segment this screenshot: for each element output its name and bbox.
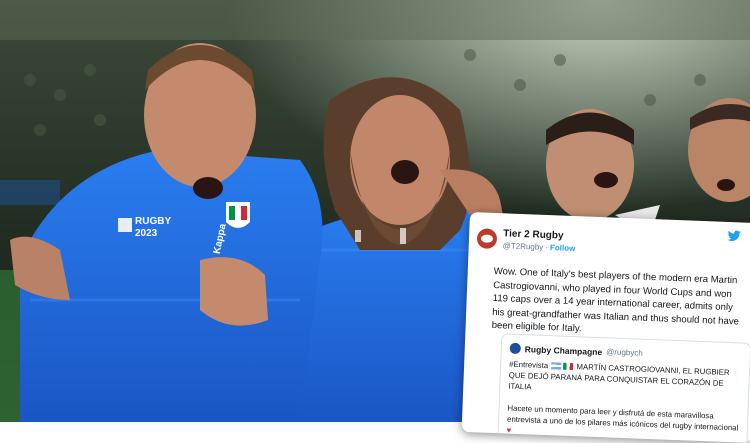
quoted-author-name: Rugby Champagne [524, 343, 603, 357]
jersey-text: RUGBY [135, 216, 171, 227]
tweet-card[interactable]: Tier 2 Rugby @T2Rugby · Follow Wow. One of… [461, 212, 750, 443]
author-handle: @T2Rugby [502, 241, 544, 252]
quoted-body: Hacete un momento para leer y disfrutá d… [506, 403, 739, 433]
quoted-tweet[interactable]: Rugby Champagne @rugbych #Entrevista MAR… [497, 333, 750, 443]
italy-crest-icon [226, 202, 250, 228]
tweet-text: Wow. One of Italy's best players of the … [491, 265, 740, 335]
author-avatar[interactable] [476, 228, 498, 250]
quoted-author-handle: @rugbych [606, 347, 643, 358]
twitter-bird-icon [727, 230, 741, 242]
meta-separator: · [545, 242, 549, 253]
argentina-flag-icon [551, 362, 562, 370]
author-meta: @T2Rugby · Follow [503, 241, 576, 253]
quoted-avatar [509, 342, 522, 355]
quoted-text: #Entrevista MARTÍN CASTROGIOVANNI, EL RU… [506, 359, 741, 443]
italy-flag-icon [563, 362, 574, 371]
jersey-year: 2023 [135, 228, 158, 239]
quoted-hashtag[interactable]: #Entrevista [509, 360, 548, 370]
author-name[interactable]: Tier 2 Rugby [503, 228, 564, 241]
follow-button[interactable]: Follow [550, 243, 576, 253]
heart-icon: ♥ [506, 425, 512, 435]
quoted-header: Rugby Champagne @rugbych [509, 342, 643, 359]
